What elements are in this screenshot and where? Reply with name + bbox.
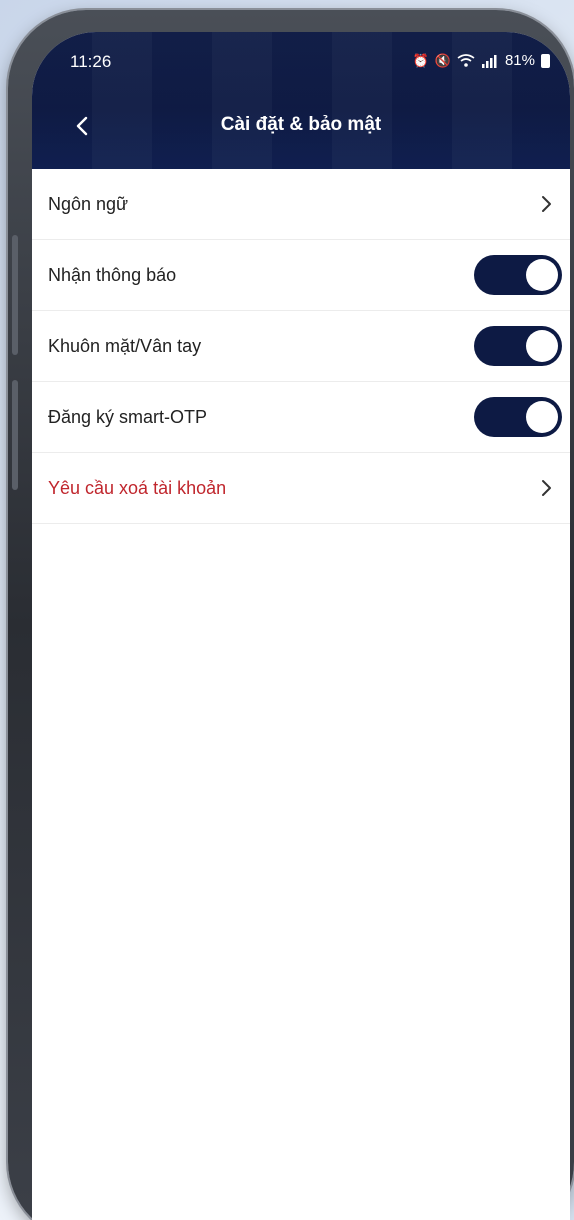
settings-list: Ngôn ngữ Nhận thông báo Khuôn mặt/Vân ta… — [32, 169, 570, 524]
chevron-right-icon — [542, 480, 551, 496]
page-title: Cài đặt & bảo mật — [220, 114, 382, 135]
setting-delete-account[interactable]: Yêu cầu xoá tài khoản — [32, 453, 570, 524]
toggle-knob — [526, 401, 558, 433]
power-button — [12, 380, 18, 490]
wifi-icon — [457, 53, 475, 67]
alarm-icon: ⏰ — [412, 52, 429, 68]
setting-label: Yêu cầu xoá tài khoản — [48, 477, 227, 498]
setting-label: Khuôn mặt/Vân tay — [48, 335, 202, 356]
biometrics-toggle[interactable] — [474, 326, 562, 366]
setting-label: Ngôn ngữ — [48, 193, 129, 214]
battery-percent: 81% — [504, 52, 535, 69]
status-icons: ⏰ 🔇 81% — [413, 52, 550, 69]
status-time: 11:26 — [70, 52, 112, 71]
toggle-knob — [526, 330, 558, 362]
setting-language[interactable]: Ngôn ngữ — [32, 169, 570, 240]
setting-notifications: Nhận thông báo — [32, 240, 570, 311]
app-header: 11:26 ⏰ 🔇 81% Cài đặt & bảo mật — [32, 32, 570, 169]
screen: 11:26 ⏰ 🔇 81% Cài đặt & bảo mật Ngôn ngữ… — [32, 32, 570, 1220]
smart-otp-toggle[interactable] — [474, 397, 562, 437]
battery-icon — [541, 53, 550, 68]
setting-label: Đăng ký smart-OTP — [48, 406, 208, 427]
signal-icon — [481, 54, 497, 68]
toggle-knob — [526, 259, 558, 291]
setting-biometrics: Khuôn mặt/Vân tay — [32, 311, 570, 382]
setting-smart-otp: Đăng ký smart-OTP — [32, 382, 570, 453]
mute-icon: 🔇 — [434, 52, 451, 68]
chevron-right-icon — [542, 196, 551, 212]
notifications-toggle[interactable] — [474, 255, 562, 295]
volume-button — [12, 235, 18, 355]
setting-label: Nhận thông báo — [48, 264, 177, 285]
phone-frame: 11:26 ⏰ 🔇 81% Cài đặt & bảo mật Ngôn ngữ… — [8, 10, 574, 1220]
